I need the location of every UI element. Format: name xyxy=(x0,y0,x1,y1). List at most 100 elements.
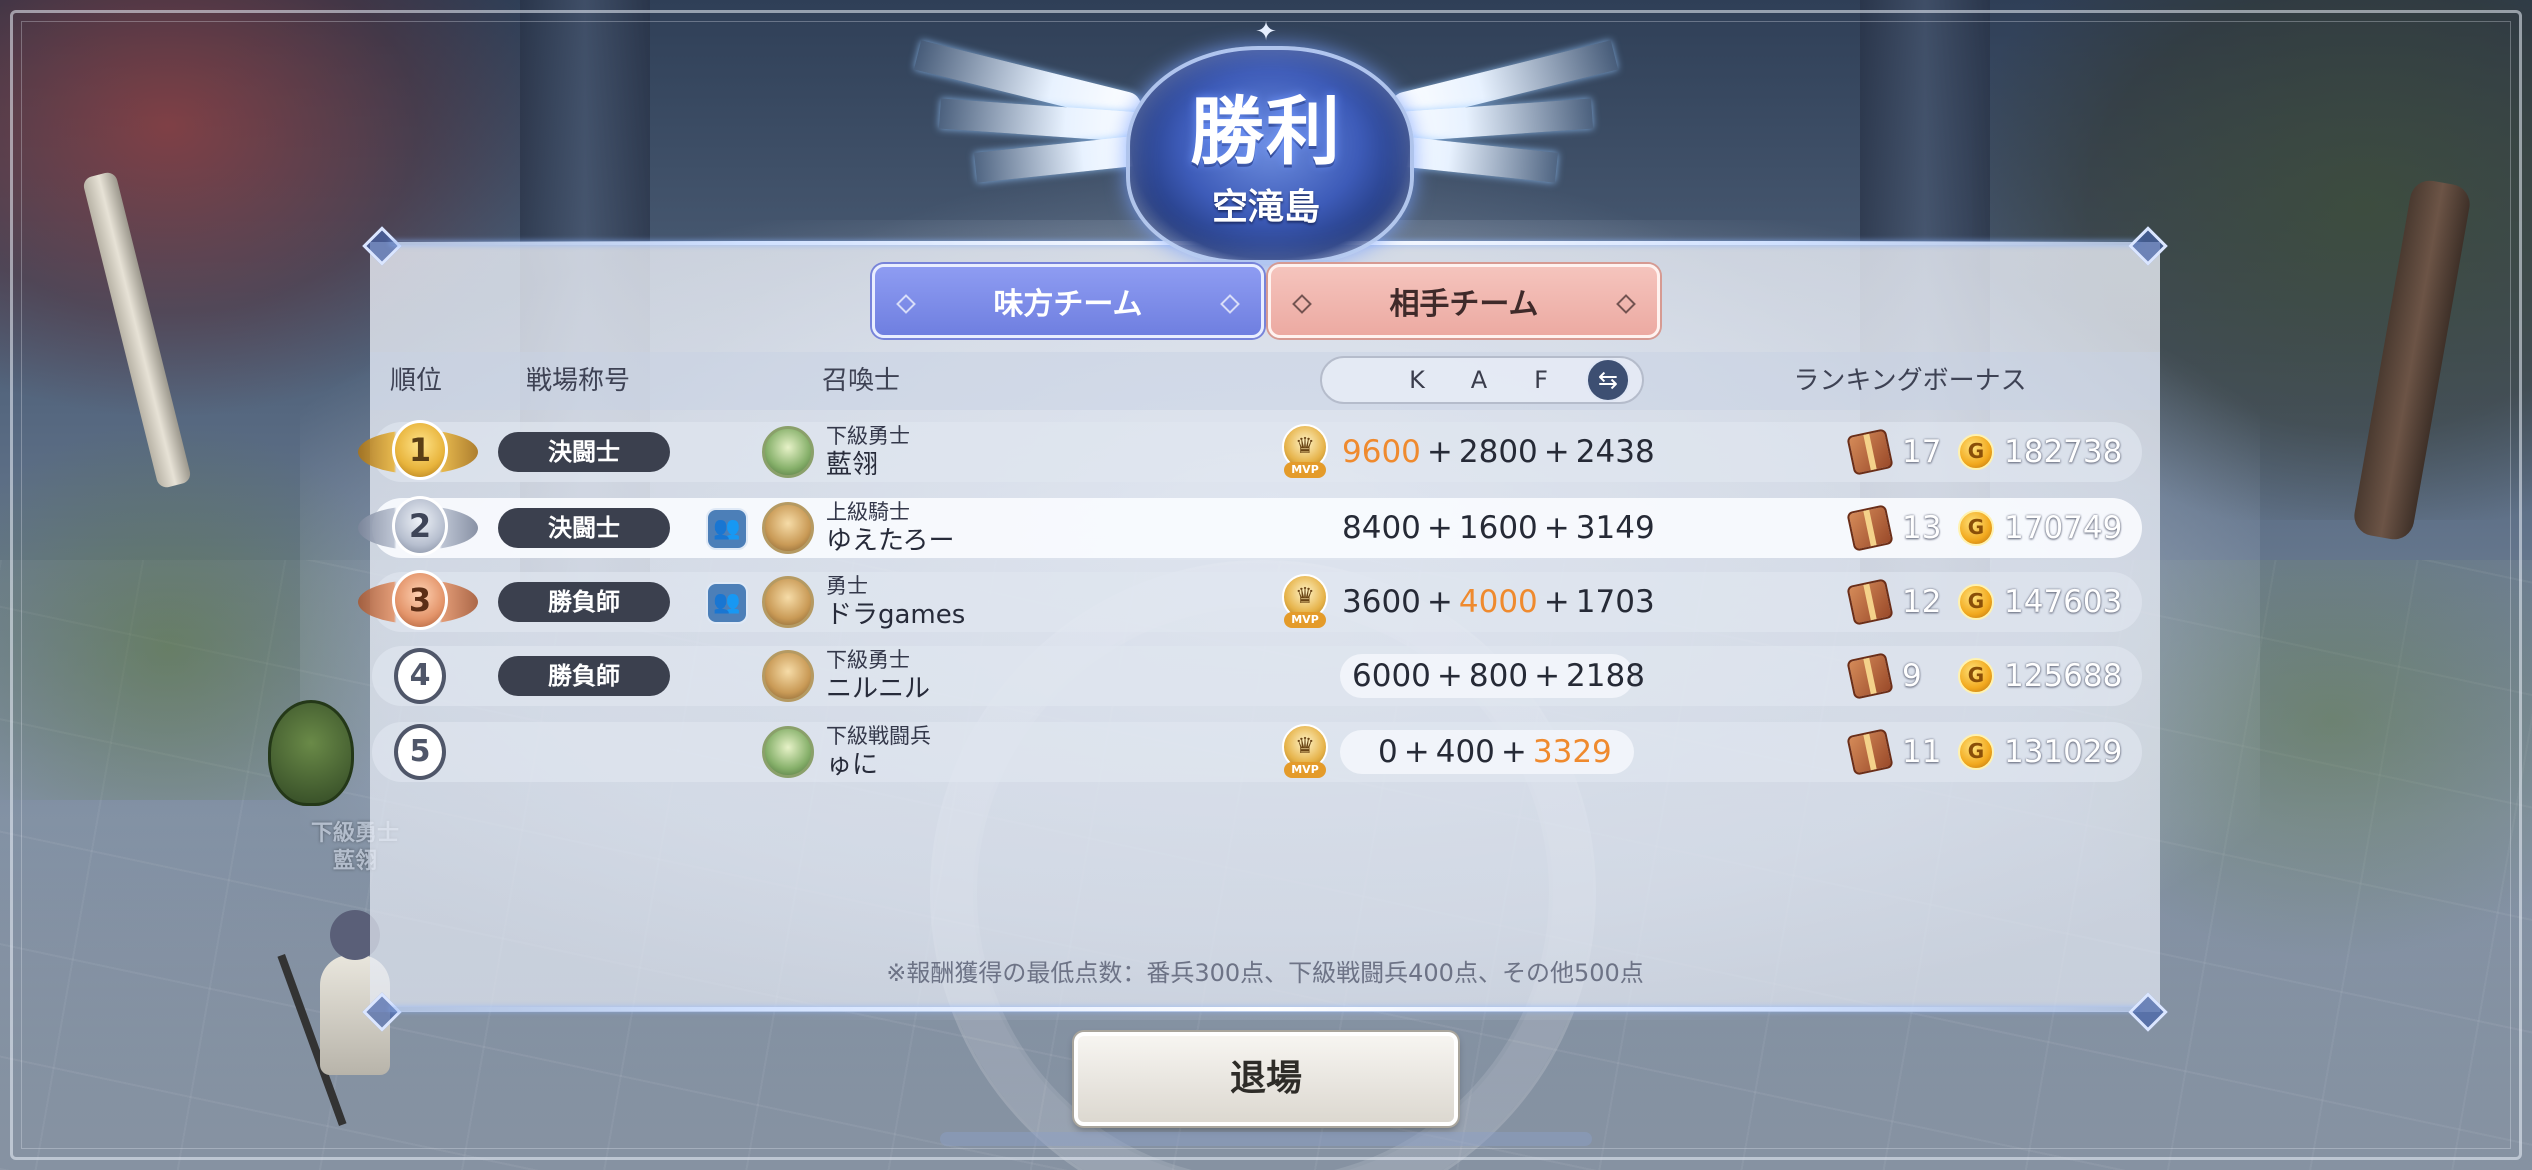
coin-amount: 170749 xyxy=(2004,510,2123,546)
kaf-score: 6000 +800 +2188 xyxy=(1352,646,1645,706)
table-row[interactable]: 2 決闘士 👥 上級騎士 ゆえたろー 8400 +1600 +3149 13 G 170749 xyxy=(358,496,2142,558)
mvp-label: MVP xyxy=(1284,762,1326,778)
bottom-indicator xyxy=(940,1132,1592,1146)
rank-medal-icon: 2 xyxy=(358,492,478,564)
table-row[interactable]: 1 決闘士 下級勇士 藍翎 ♛ MVP 9600 +2800 +2438 17 G 182738 xyxy=(358,420,2142,482)
treasure-chest-icon xyxy=(1846,504,1894,552)
battle-title-badge: 決闘士 xyxy=(498,508,670,548)
mvp-crown-icon: ♛ MVP xyxy=(1280,724,1330,780)
rank-number: 1 xyxy=(392,420,448,480)
stage-name: 空滝島 xyxy=(1211,187,1320,228)
score-f: 3149 xyxy=(1575,510,1655,546)
rank-badge-icon: 5 xyxy=(390,722,450,782)
score-k: 0 xyxy=(1378,734,1398,770)
treasure-chest-icon xyxy=(1846,652,1894,700)
table-row[interactable]: 4 勝負師 下級勇士 ニルニル 6000 +800 +2188 9 G 125688 xyxy=(372,646,2142,706)
rank-number: 2 xyxy=(392,496,448,556)
mvp-label: MVP xyxy=(1284,462,1326,478)
tab-enemy-label: 相手チーム xyxy=(1389,287,1539,322)
tab-enemy-team[interactable]: 相手チーム xyxy=(1268,264,1660,338)
star-icon: ✦ xyxy=(1255,17,1277,47)
wing-left-icon xyxy=(871,32,1159,218)
table-row[interactable]: 5 下級戦闘兵 ゅに ♛ MVP 0 +400 +3329 11 G 131029 xyxy=(372,722,2142,782)
score-f: 1703 xyxy=(1575,584,1655,620)
battle-title-badge: 勝負師 xyxy=(498,582,670,622)
score-f: 2188 xyxy=(1566,658,1645,694)
header-a: A xyxy=(1470,366,1488,394)
header-summoner: 召喚士 xyxy=(822,366,901,396)
summoner-name: ニルニル xyxy=(826,674,931,704)
battle-title-badge: 決闘士 xyxy=(498,432,670,472)
summoner-avatar[interactable] xyxy=(762,650,814,702)
tab-ally-team[interactable]: 味方チーム xyxy=(872,264,1264,338)
summoner-rank: 勇士 xyxy=(826,574,868,598)
plus-sign: + xyxy=(1426,510,1453,546)
exit-button[interactable]: 退場 xyxy=(1074,1032,1458,1126)
score-a: 4000 xyxy=(1458,584,1538,620)
header-f: F xyxy=(1534,366,1548,394)
header-battle-title: 戦場称号 xyxy=(526,366,631,396)
table-row[interactable]: 3 勝負師 👥 勇士 ドラgames ♛ MVP 3600 +4000 +1703 12 G 14760… xyxy=(358,570,2142,632)
kaf-score: 8400 +1600 +3149 xyxy=(1342,498,1655,558)
summoner-avatar[interactable] xyxy=(762,426,814,478)
treasure-chest-icon xyxy=(1846,578,1894,626)
gold-coin-icon: G xyxy=(1958,510,1994,546)
score-k: 3600 xyxy=(1342,584,1421,620)
party-icon: 👥 xyxy=(706,582,748,624)
score-f: 2438 xyxy=(1575,434,1655,470)
kaf-score: 9600 +2800 +2438 xyxy=(1342,422,1655,482)
score-k: 9600 xyxy=(1342,434,1421,470)
summoner-name: ゅに xyxy=(826,750,879,780)
plus-sign: + xyxy=(1543,510,1570,546)
gold-coin-icon: G xyxy=(1958,734,1994,770)
kaf-score: 3600 +4000 +1703 xyxy=(1342,572,1655,632)
score-a: 2800 xyxy=(1458,434,1538,470)
reward-note: ※報酬獲得の最低点数：番兵300点、下級戦闘兵400点、その他500点 xyxy=(886,959,1644,987)
chest-count: 13 xyxy=(1902,510,1942,546)
summoner-avatar[interactable] xyxy=(762,726,814,778)
gold-coin-icon: G xyxy=(1958,584,1994,620)
battle-title-badge: 勝負師 xyxy=(498,656,670,696)
plus-sign: + xyxy=(1436,658,1463,694)
plus-sign: + xyxy=(1543,584,1570,620)
summoner-name: 藍翎 xyxy=(826,450,879,480)
summoner-avatar[interactable] xyxy=(762,576,814,628)
plus-sign: + xyxy=(1500,734,1527,770)
summoner-avatar[interactable] xyxy=(762,502,814,554)
mvp-crown-icon: ♛ MVP xyxy=(1280,574,1330,630)
plus-sign: + xyxy=(1426,584,1453,620)
gold-coin-icon: G xyxy=(1958,434,1994,470)
score-k: 8400 xyxy=(1342,510,1421,546)
score-a: 400 xyxy=(1435,734,1495,770)
chest-count: 11 xyxy=(1902,734,1942,770)
treasure-chest-icon xyxy=(1846,428,1894,476)
coin-amount: 131029 xyxy=(2004,734,2123,770)
rank-number: 4 xyxy=(394,648,446,704)
mvp-label: MVP xyxy=(1284,612,1326,628)
gold-coin-icon: G xyxy=(1958,658,1994,694)
wing-right-icon xyxy=(1373,32,1661,218)
coin-amount: 125688 xyxy=(2004,658,2123,694)
summoner-name: ゆえたろー xyxy=(826,526,955,556)
plus-sign: + xyxy=(1543,434,1570,470)
chest-count: 9 xyxy=(1902,658,1922,694)
plus-sign: + xyxy=(1426,434,1453,470)
summoner-rank: 下級戦闘兵 xyxy=(826,724,931,748)
kaf-score: 0 +400 +3329 xyxy=(1378,722,1612,782)
coin-amount: 147603 xyxy=(2004,584,2123,620)
rank-number: 3 xyxy=(392,570,448,630)
panel-bottom-border xyxy=(360,992,2170,1032)
swap-icon[interactable]: ⇆ xyxy=(1586,358,1630,402)
summoner-rank: 下級勇士 xyxy=(826,424,910,448)
header-ranking-bonus: ランキングボーナス xyxy=(1793,366,2027,396)
header-rank: 順位 xyxy=(390,366,443,396)
score-f: 3329 xyxy=(1532,734,1612,770)
victory-emblem: ✦ 勝利 空滝島 xyxy=(800,10,1732,264)
score-a: 1600 xyxy=(1458,510,1538,546)
plus-sign: + xyxy=(1403,734,1430,770)
mvp-crown-icon: ♛ MVP xyxy=(1280,424,1330,480)
score-k: 6000 xyxy=(1352,658,1431,694)
plus-sign: + xyxy=(1534,658,1561,694)
rank-number: 5 xyxy=(394,724,446,780)
party-icon: 👥 xyxy=(706,508,748,550)
